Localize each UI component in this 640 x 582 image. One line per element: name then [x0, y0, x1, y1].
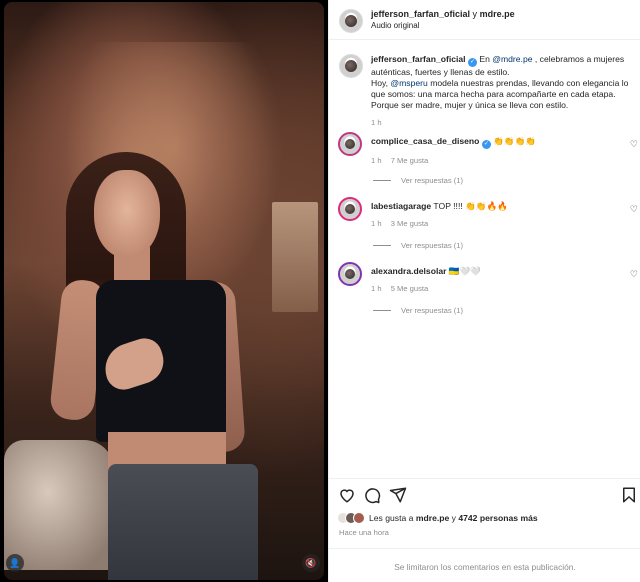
commenter-avatar[interactable]: [338, 197, 362, 221]
comment-likes[interactable]: 7 Me gusta: [391, 156, 429, 165]
posted-time[interactable]: Hace una hora: [339, 528, 389, 537]
post-caption: jefferson_farfan_oficial ✓ En @mdre.pe ,…: [329, 40, 640, 130]
likes-count[interactable]: 4742 personas más: [458, 513, 537, 523]
replies-divider: [373, 245, 391, 246]
caption-text-1a: En: [476, 54, 493, 64]
heart-icon[interactable]: ♡: [630, 269, 638, 280]
mute-icon: 🔇: [305, 557, 317, 568]
commenter-avatar[interactable]: [338, 262, 362, 286]
comment-icon[interactable]: [363, 486, 381, 504]
wall-frame: [272, 202, 318, 312]
audio-label[interactable]: Audio original: [371, 21, 419, 30]
comment-username[interactable]: complice_casa_de_diseno: [371, 136, 479, 146]
tagged-users-button[interactable]: 👤: [6, 554, 24, 572]
user-icon: 👤: [9, 557, 21, 568]
comment-time[interactable]: 1 h: [371, 284, 382, 293]
side-panel: jefferson_farfan_oficial y mdre.pe Audio…: [328, 0, 640, 582]
replies-label: Ver respuestas (1): [401, 241, 464, 250]
comment-meta: 1 h 3 Me gusta: [371, 219, 616, 228]
comment-text: alexandra.delsolar 🇺🇦🤍🤍: [371, 266, 616, 277]
comment-body: 👏👏👏👏: [493, 136, 537, 146]
replies-divider: [373, 310, 391, 311]
header-joiner: y: [472, 9, 478, 19]
author-avatar[interactable]: [339, 9, 363, 33]
replies-label: Ver respuestas (1): [401, 176, 464, 185]
post-header: jefferson_farfan_oficial y mdre.pe Audio…: [329, 0, 640, 40]
header-collaborator[interactable]: mdre.pe: [480, 9, 515, 19]
header-username[interactable]: jefferson_farfan_oficial: [371, 9, 470, 19]
likes-text: Les gusta a mdre.pe y 4742 personas más: [369, 513, 538, 523]
comment-time[interactable]: 1 h: [371, 156, 382, 165]
comment-text: labestiagarage TOP !!!! 👏👏🔥🔥: [371, 201, 616, 212]
likes-prefix: Les gusta a: [369, 513, 416, 523]
mention-mdre[interactable]: @mdre.pe: [492, 54, 532, 64]
person-face: [94, 170, 160, 258]
comment-item: alexandra.delsolar 🇺🇦🤍🤍 1 h 5 Me gusta ♡…: [329, 260, 640, 325]
verified-icon: ✓: [467, 58, 477, 67]
view-replies-button[interactable]: Ver respuestas (1): [373, 306, 463, 315]
comment-username[interactable]: labestiagarage: [371, 201, 431, 211]
comment-item: complice_casa_de_diseno ✓ 👏👏👏👏 1 h 7 Me …: [329, 130, 640, 195]
mention-msperu[interactable]: @msperu: [390, 78, 427, 88]
bookmark-icon[interactable]: [620, 486, 638, 504]
comment-username[interactable]: alexandra.delsolar: [371, 266, 446, 276]
likes-user[interactable]: mdre.pe: [416, 513, 449, 523]
comment-time[interactable]: 1 h: [371, 219, 382, 228]
share-icon[interactable]: [389, 486, 407, 504]
heart-icon[interactable]: ♡: [630, 139, 638, 150]
view-replies-button[interactable]: Ver respuestas (1): [373, 241, 463, 250]
likes-summary[interactable]: Les gusta a mdre.pe y 4742 personas más: [337, 512, 538, 524]
verified-icon: ✓: [481, 140, 491, 149]
comment-text: complice_casa_de_diseno ✓ 👏👏👏👏: [371, 136, 616, 149]
media-panel: 👤 🔇: [0, 0, 328, 582]
comment-body: 🇺🇦🤍🤍: [448, 266, 481, 276]
comment-meta: 1 h 5 Me gusta: [371, 284, 616, 293]
comment-meta: 1 h 7 Me gusta: [371, 156, 616, 165]
caption-avatar[interactable]: [339, 54, 363, 78]
caption-line-1: jefferson_farfan_oficial ✓ En @mdre.pe ,…: [371, 54, 630, 78]
person-pants: [108, 464, 258, 580]
replies-label: Ver respuestas (1): [401, 306, 464, 315]
caption-line-2: Hoy, @msperu modela nuestras prendas, ll…: [371, 78, 630, 111]
comment-body: TOP !!!! 👏👏🔥🔥: [433, 201, 508, 211]
post-video[interactable]: [4, 2, 324, 580]
caption-text-2a: Hoy,: [371, 78, 391, 88]
caption-time[interactable]: 1 h: [371, 118, 630, 127]
liker-avatar: [353, 512, 365, 524]
comment-likes[interactable]: 3 Me gusta: [391, 219, 429, 228]
commenter-avatar[interactable]: [338, 132, 362, 156]
caption-username[interactable]: jefferson_farfan_oficial: [371, 54, 466, 64]
header-title: jefferson_farfan_oficial y mdre.pe: [371, 9, 515, 19]
action-bar: [329, 478, 640, 510]
post-viewer: 👤 🔇 jefferson_farfan_oficial y mdre.pe A…: [0, 0, 640, 582]
replies-divider: [373, 180, 391, 181]
comment-item: labestiagarage TOP !!!! 👏👏🔥🔥 1 h 3 Me gu…: [329, 195, 640, 260]
heart-icon[interactable]: ♡: [630, 204, 638, 215]
mute-button[interactable]: 🔇: [302, 554, 320, 572]
comments-limited-notice: Se limitaron los comentarios en esta pub…: [329, 548, 640, 582]
likes-mid: y: [449, 513, 459, 523]
view-replies-button[interactable]: Ver respuestas (1): [373, 176, 463, 185]
like-icon[interactable]: [338, 486, 356, 504]
comment-likes[interactable]: 5 Me gusta: [391, 284, 429, 293]
sofa: [4, 440, 114, 570]
